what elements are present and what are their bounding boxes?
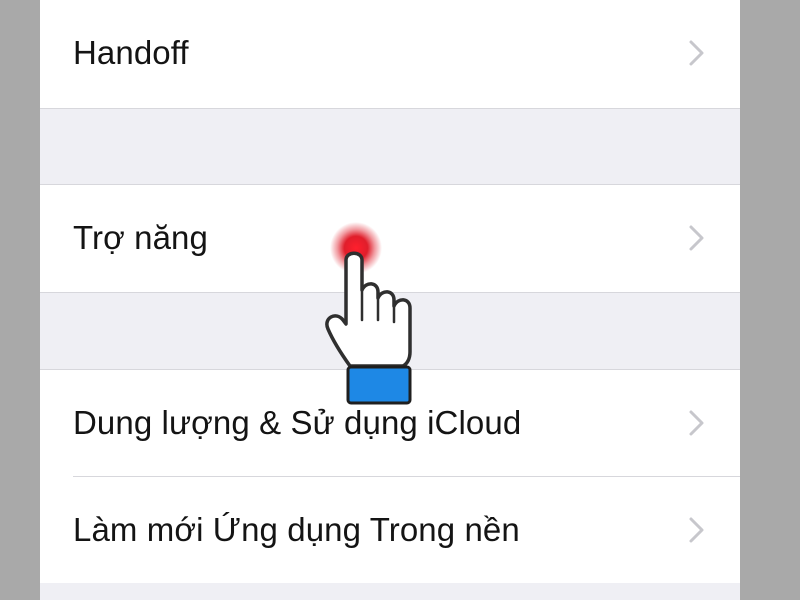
settings-row-icloud-storage[interactable]: Dung lượng & Sử dụng iCloud <box>40 370 740 476</box>
settings-row-label: Trợ năng <box>73 219 208 256</box>
settings-row-label: Dung lượng & Sử dụng iCloud <box>73 404 522 441</box>
settings-group-handoff: Handoff <box>40 0 740 109</box>
settings-row-background-refresh[interactable]: Làm mới Ứng dụng Trong nền <box>40 477 740 583</box>
section-gap <box>40 583 740 600</box>
settings-row-label: Làm mới Ứng dụng Trong nền <box>73 511 520 548</box>
chevron-right-icon <box>689 225 704 251</box>
settings-screen: Handoff Trợ năng Dung lượng & Sử dụng iC… <box>40 0 740 600</box>
chevron-right-icon <box>689 410 704 436</box>
settings-row-label: Handoff <box>73 34 189 71</box>
settings-group-storage: Dung lượng & Sử dụng iCloud Làm mới Ứng … <box>40 369 740 585</box>
chevron-right-icon <box>689 40 704 66</box>
settings-row-accessibility[interactable]: Trợ năng <box>40 185 740 291</box>
chevron-right-icon <box>689 517 704 543</box>
screenshot-stage: Handoff Trợ năng Dung lượng & Sử dụng iC… <box>0 0 800 600</box>
settings-group-accessibility: Trợ năng <box>40 184 740 293</box>
settings-row-handoff[interactable]: Handoff <box>40 0 740 106</box>
